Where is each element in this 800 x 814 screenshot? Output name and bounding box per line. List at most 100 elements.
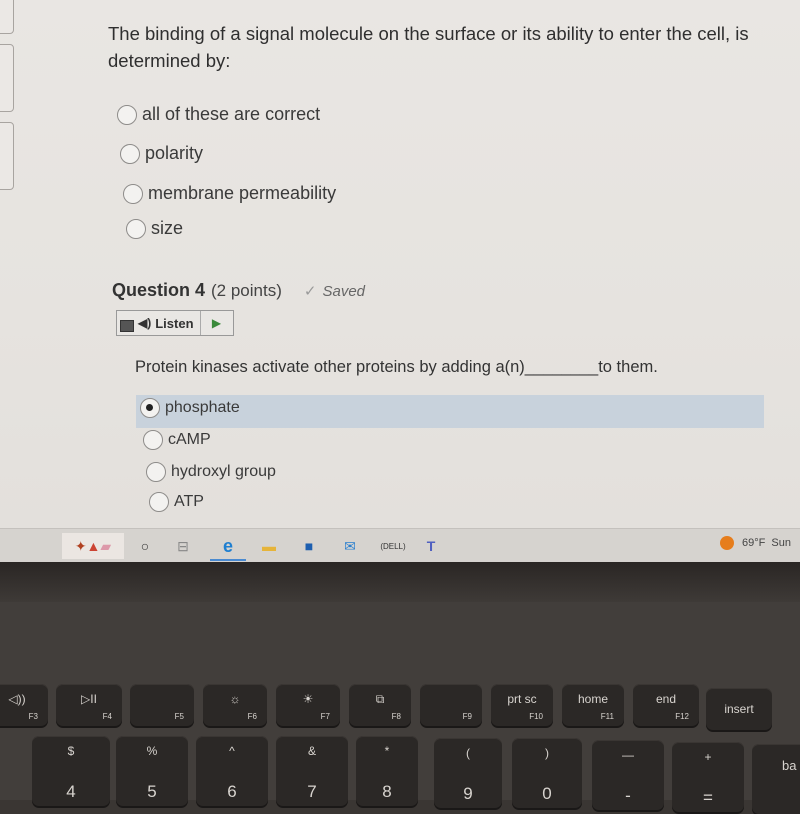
radio-button[interactable] bbox=[120, 143, 140, 164]
weather-widget[interactable]: 69°F Sun bbox=[720, 536, 791, 550]
listen-label: Listen bbox=[155, 315, 194, 331]
key-f11-home[interactable]: home F11 bbox=[562, 684, 624, 726]
nav-tab-check[interactable] bbox=[0, 122, 14, 190]
key-5[interactable]: % 5 bbox=[116, 736, 188, 806]
task-view-icon[interactable]: ⊟ bbox=[172, 533, 194, 559]
key-icon: ⧉ bbox=[375, 692, 385, 706]
q4-option-hydroxyl-group[interactable]: hydroxyl group bbox=[146, 462, 276, 482]
speaker-icon: ◀) bbox=[138, 316, 152, 330]
key-icon: end bbox=[655, 692, 677, 706]
key-main-label: 0 bbox=[542, 784, 552, 803]
key-shift-label: + bbox=[704, 750, 712, 764]
key-fn-label: F5 bbox=[174, 712, 184, 721]
key-backspace[interactable]: ba bbox=[752, 744, 800, 814]
radio-button[interactable] bbox=[123, 183, 143, 204]
key-equals[interactable]: + = bbox=[672, 742, 744, 812]
question-title: Question 4 bbox=[112, 280, 206, 300]
key-shift-label: % bbox=[146, 744, 158, 758]
q3-option-membrane-permeability[interactable]: membrane permeability bbox=[123, 183, 336, 204]
option-label: polarity bbox=[145, 143, 204, 163]
key-shift-label: ) bbox=[545, 746, 549, 760]
key-fn-label: F12 bbox=[675, 712, 689, 721]
radio-button[interactable] bbox=[126, 218, 146, 239]
key-6[interactable]: ^ 6 bbox=[196, 736, 268, 806]
left-nav-rail bbox=[0, 0, 14, 200]
q3-option-all[interactable]: all of these are correct bbox=[117, 104, 320, 125]
key-main-label: ba bbox=[782, 758, 797, 773]
key-fn-label: F4 bbox=[102, 712, 112, 721]
saved-status: ✓ Saved bbox=[303, 282, 366, 301]
key-fn-label: F9 bbox=[462, 712, 472, 721]
key-icon: ▷II bbox=[81, 692, 97, 706]
dell-icon[interactable]: (DELL) bbox=[378, 533, 408, 559]
key-f12-end[interactable]: end F12 bbox=[633, 684, 699, 726]
listen-button[interactable]: ◀) Listen bbox=[136, 311, 201, 335]
saved-label: Saved bbox=[322, 282, 366, 300]
question-4-header: Question 4 (2 points) ✓ Saved bbox=[112, 280, 365, 301]
key-f7[interactable]: ☀ F7 bbox=[276, 684, 340, 726]
key-fn-label: F8 bbox=[391, 712, 401, 721]
laptop-bezel bbox=[0, 562, 800, 602]
option-label: size bbox=[151, 218, 184, 238]
key-f9[interactable]: F9 bbox=[420, 684, 482, 726]
key-icon: insert bbox=[724, 702, 754, 716]
browser-screen: The binding of a signal molecule on the … bbox=[0, 0, 800, 528]
search-icon[interactable]: ○ bbox=[134, 533, 156, 559]
key-shift-label: ( bbox=[466, 746, 470, 760]
teams-icon[interactable]: T bbox=[418, 533, 444, 559]
windows-taskbar: ✦ ▲ ▰ ○ ⊟ e ▬ ■ ✉ (DELL) T 69°F Sun bbox=[0, 528, 800, 563]
file-explorer-icon[interactable]: ▬ bbox=[256, 533, 282, 559]
active-app-indicator bbox=[210, 559, 246, 561]
question-points: (2 points) bbox=[211, 281, 282, 300]
key-f3[interactable]: ◁)) F3 bbox=[0, 684, 48, 726]
question-4-text: Protein kinases activate other proteins … bbox=[135, 358, 658, 376]
key-shift-label: $ bbox=[67, 744, 75, 758]
key-f10-prtsc[interactable]: prt sc F10 bbox=[491, 684, 553, 726]
radio-button-selected[interactable] bbox=[140, 398, 160, 418]
nav-tab[interactable] bbox=[0, 44, 14, 112]
q4-option-phosphate[interactable]: phosphate bbox=[140, 398, 240, 418]
key-4[interactable]: $4 bbox=[32, 736, 110, 806]
key-9[interactable]: (9 bbox=[434, 738, 502, 808]
radio-button[interactable] bbox=[143, 430, 163, 450]
key-fn-label: F11 bbox=[600, 712, 614, 721]
option-label: cAMP bbox=[168, 431, 211, 448]
q3-option-polarity[interactable]: polarity bbox=[120, 143, 203, 164]
mail-icon[interactable]: ✉ bbox=[336, 533, 364, 559]
key-7[interactable]: & 7 bbox=[276, 736, 348, 806]
radio-button[interactable] bbox=[146, 462, 166, 482]
key-insert[interactable]: insert bbox=[706, 688, 772, 730]
option-label: hydroxyl group bbox=[171, 463, 276, 480]
radio-button[interactable] bbox=[117, 104, 137, 125]
sun-icon bbox=[720, 536, 734, 550]
radio-button[interactable] bbox=[149, 492, 169, 512]
menu-icon[interactable] bbox=[120, 320, 134, 332]
key-f4[interactable]: ▷II F4 bbox=[56, 684, 122, 726]
key-f5[interactable]: F5 bbox=[130, 684, 194, 726]
option-label: phosphate bbox=[165, 399, 240, 416]
option-label: ATP bbox=[174, 493, 204, 510]
listen-toolbar: ◀) Listen ▶ bbox=[116, 310, 234, 336]
key-fn-label: F6 bbox=[247, 712, 257, 721]
q4-option-camp[interactable]: cAMP bbox=[143, 430, 211, 450]
key-fn-label: F7 bbox=[320, 712, 330, 721]
play-icon[interactable]: ▶ bbox=[201, 311, 233, 335]
checkmark-icon: ✓ bbox=[303, 283, 317, 300]
widgets-icon[interactable]: ✦ ▲ ▰ bbox=[62, 533, 124, 559]
key-main-label: = bbox=[703, 788, 713, 807]
key-0[interactable]: ) 0 bbox=[512, 738, 582, 808]
key-fn-label: F10 bbox=[529, 712, 543, 721]
key-f6[interactable]: ☼ F6 bbox=[203, 684, 267, 726]
nav-tab[interactable] bbox=[0, 0, 14, 34]
microsoft-store-icon[interactable]: ■ bbox=[296, 533, 322, 559]
q3-option-size[interactable]: size bbox=[126, 218, 183, 239]
edge-browser-icon[interactable]: e bbox=[214, 533, 242, 559]
q4-option-atp[interactable]: ATP bbox=[149, 492, 204, 512]
key-fn-label: F3 bbox=[28, 712, 38, 721]
key-f8[interactable]: ⧉ F8 bbox=[349, 684, 411, 726]
key-main-label: - bbox=[625, 786, 631, 805]
key-8[interactable]: * 8 bbox=[356, 736, 418, 806]
key-main-label: 5 bbox=[147, 782, 157, 801]
key-shift-label: * bbox=[384, 744, 390, 758]
key-main-label: 9 bbox=[463, 784, 473, 803]
